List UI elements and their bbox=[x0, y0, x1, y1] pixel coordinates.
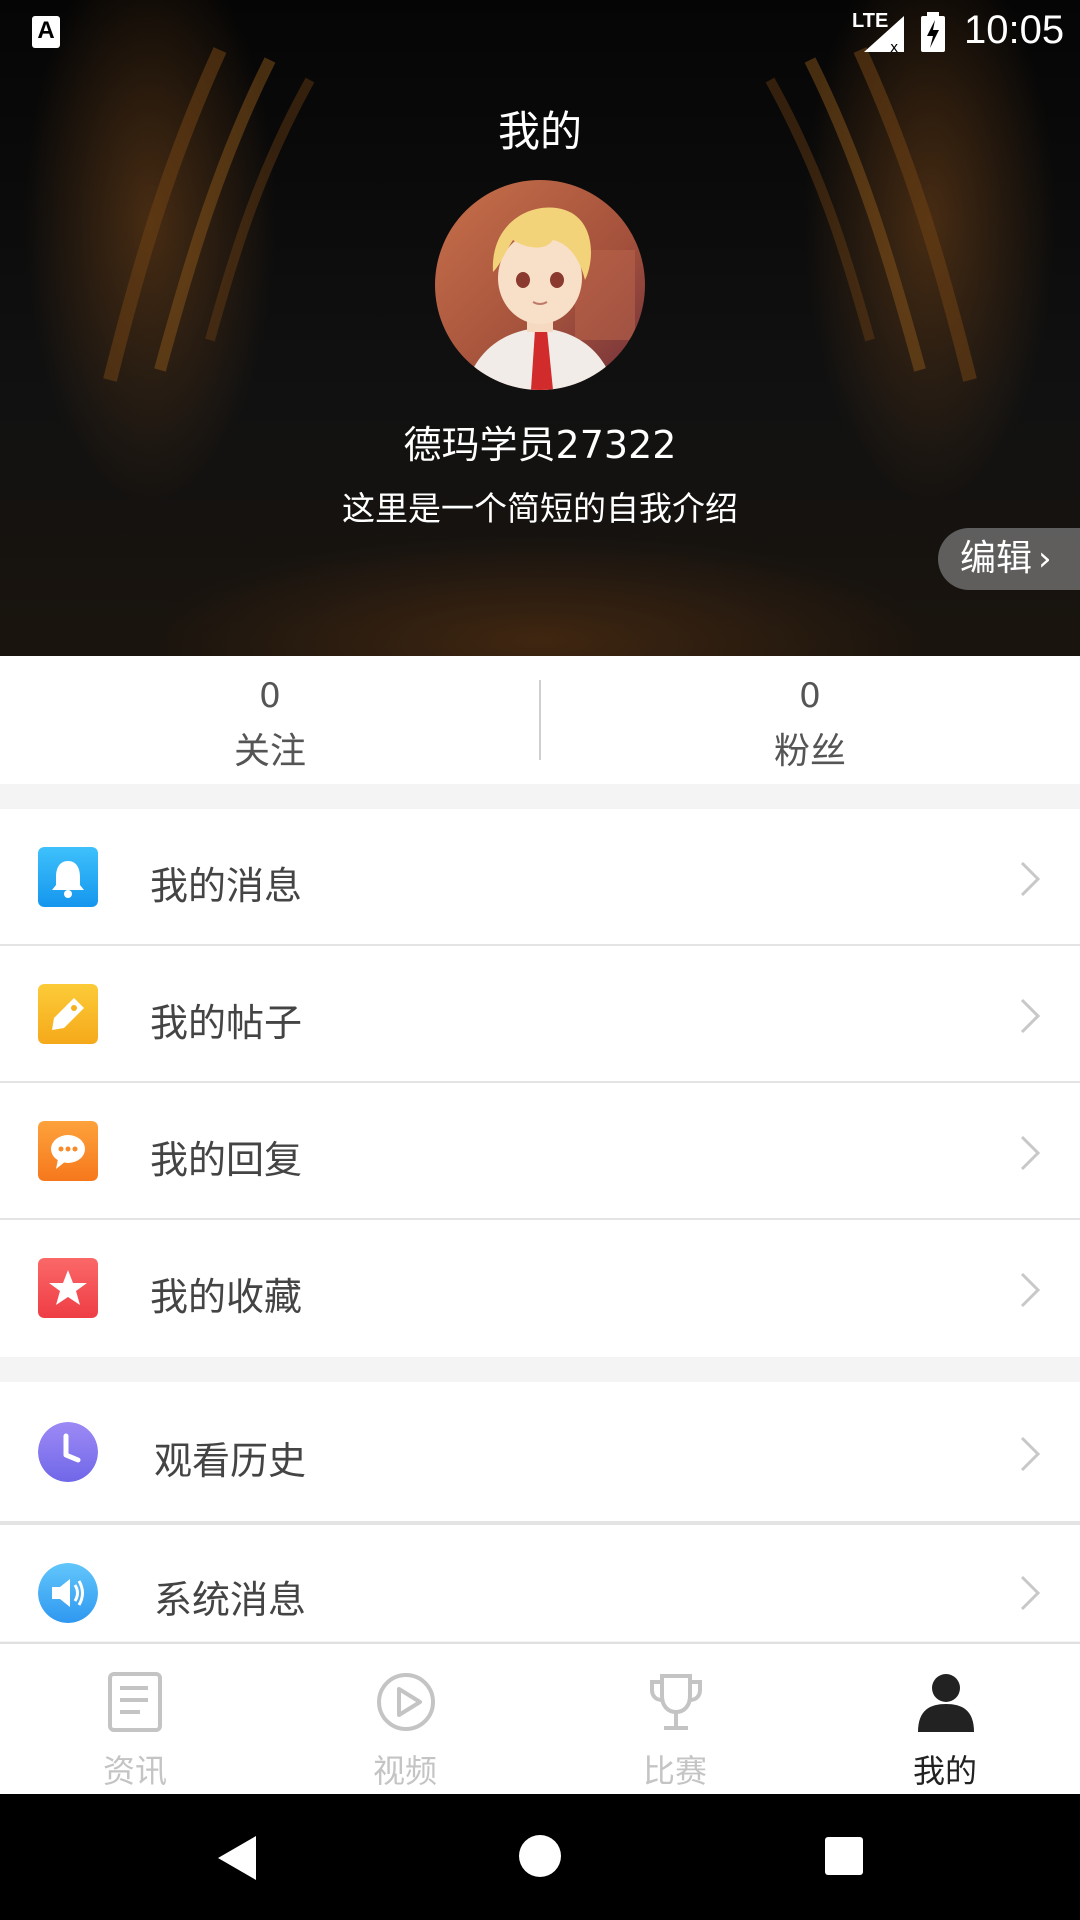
menu-item-my-replies[interactable]: 我的回复 bbox=[0, 1083, 1080, 1220]
chat-bubble-icon bbox=[38, 1121, 98, 1181]
speaker-icon bbox=[38, 1563, 98, 1623]
tab-mine[interactable]: 我的 bbox=[810, 1644, 1080, 1794]
chevron-right-icon bbox=[1020, 1575, 1041, 1611]
menu-label: 我的收藏 bbox=[150, 1275, 303, 1319]
home-icon[interactable] bbox=[518, 1834, 562, 1878]
tab-video[interactable]: 视频 bbox=[270, 1644, 540, 1794]
menu-item-system-messages[interactable]: 系统消息 bbox=[0, 1523, 1080, 1641]
follow-stats: 0 关注 0 粉丝 bbox=[0, 656, 1080, 784]
play-icon bbox=[377, 1673, 435, 1731]
status-bar: A LTE x 10:05 bbox=[0, 0, 1080, 64]
tab-label: 视频 bbox=[372, 1752, 437, 1790]
system-navigation-bar bbox=[0, 1794, 1080, 1920]
clock-time: 10:05 bbox=[964, 8, 1065, 52]
fans-stat[interactable]: 0 粉丝 bbox=[540, 656, 1080, 784]
tab-label: 比赛 bbox=[642, 1752, 707, 1790]
chevron-right-icon bbox=[1020, 861, 1041, 897]
clock-icon bbox=[38, 1422, 98, 1482]
news-icon bbox=[108, 1672, 162, 1732]
edit-label: 编辑 bbox=[960, 538, 1033, 579]
following-label: 关注 bbox=[233, 731, 306, 772]
menu-label: 我的消息 bbox=[150, 864, 303, 908]
chevron-right-icon bbox=[1020, 1135, 1041, 1171]
bell-icon bbox=[38, 847, 98, 907]
profile-header: A LTE x 10:05 我的 德玛学员27322 这里是一个简短的自我介绍 … bbox=[0, 0, 1080, 656]
page-title: 我的 bbox=[497, 107, 582, 156]
tab-label: 资讯 bbox=[102, 1752, 167, 1790]
menu-item-my-favorites[interactable]: 我的收藏 bbox=[0, 1220, 1080, 1357]
menu-label: 我的帖子 bbox=[150, 1001, 303, 1045]
tab-label: 我的 bbox=[912, 1752, 977, 1790]
menu-item-my-messages[interactable]: 我的消息 bbox=[0, 809, 1080, 946]
app-notification-icon: A bbox=[32, 16, 60, 48]
claw-decoration-left bbox=[103, 47, 315, 382]
battery-charging-icon bbox=[921, 12, 945, 52]
menu-label: 我的回复 bbox=[150, 1138, 303, 1182]
signal-icon: x bbox=[864, 16, 904, 54]
menu-label: 观看历史 bbox=[154, 1439, 307, 1483]
recents-icon[interactable] bbox=[824, 1836, 864, 1876]
fans-count: 0 bbox=[799, 676, 821, 716]
tab-matches[interactable]: 比赛 bbox=[540, 1644, 810, 1794]
fans-label: 粉丝 bbox=[773, 731, 846, 772]
following-count: 0 bbox=[259, 676, 281, 716]
chevron-right-icon bbox=[1020, 1436, 1041, 1472]
chevron-right-icon bbox=[1020, 998, 1041, 1034]
back-icon[interactable] bbox=[214, 1834, 258, 1882]
tab-news[interactable]: 资讯 bbox=[0, 1644, 270, 1794]
person-icon bbox=[918, 1674, 974, 1732]
avatar[interactable] bbox=[435, 180, 645, 390]
trophy-icon bbox=[650, 1674, 702, 1730]
chevron-right-icon bbox=[1020, 1272, 1041, 1308]
bottom-tab-bar: 资讯 视频 比赛 我的 bbox=[0, 1642, 1080, 1794]
menu-label: 系统消息 bbox=[154, 1578, 307, 1622]
menu-item-my-posts[interactable]: 我的帖子 bbox=[0, 946, 1080, 1083]
edit-profile-button[interactable]: 编辑 › bbox=[938, 528, 1080, 590]
menu-group-system: 观看历史 系统消息 bbox=[0, 1382, 1080, 1641]
star-icon bbox=[38, 1258, 98, 1318]
menu-group-personal: 我的消息 我的帖子 我的回复 我的收藏 bbox=[0, 809, 1080, 1357]
user-bio: 这里是一个简短的自我介绍 bbox=[342, 489, 738, 528]
chevron-right-icon: › bbox=[1038, 539, 1052, 579]
claw-decoration-right bbox=[765, 47, 977, 382]
svg-text:x: x bbox=[890, 40, 898, 54]
username: 德玛学员27322 bbox=[403, 423, 677, 467]
following-stat[interactable]: 0 关注 bbox=[0, 656, 540, 784]
menu-item-watch-history[interactable]: 观看历史 bbox=[0, 1382, 1080, 1523]
tag-icon bbox=[38, 984, 98, 1044]
